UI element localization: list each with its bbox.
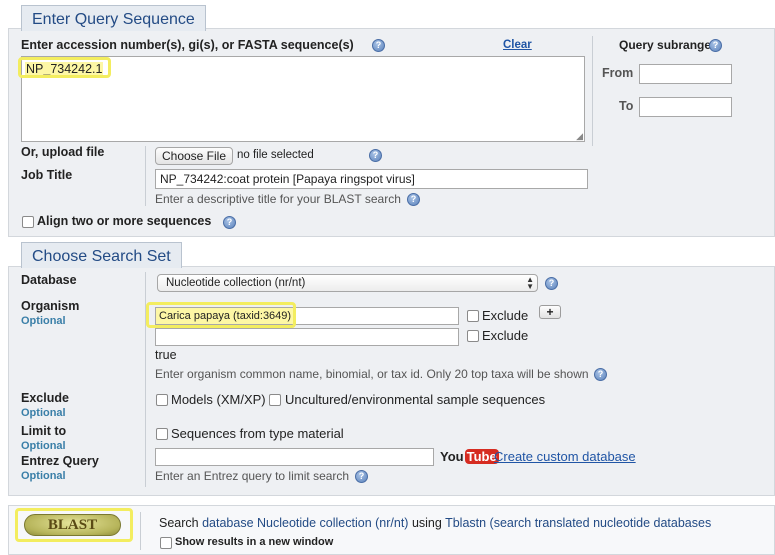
to-input[interactable] — [639, 97, 732, 117]
limit-to-label: Limit to — [21, 424, 67, 438]
query-highlight — [18, 57, 111, 78]
entrez-hint: Enter an Entrez query to limit search — [155, 469, 350, 483]
choose-file-button[interactable]: Choose File — [155, 147, 233, 165]
search-program: Tblastn (search translated nucleotide da… — [445, 516, 712, 530]
organism-input-2[interactable] — [155, 328, 459, 346]
create-custom-database-link[interactable]: Create custom database — [494, 449, 636, 464]
subrange-help-icon[interactable]: ? — [709, 39, 722, 52]
upload-separator — [145, 146, 146, 206]
limit-optional: Optional — [21, 440, 66, 452]
organism-optional: Optional — [21, 315, 66, 327]
organism-help-icon[interactable]: ? — [594, 368, 607, 381]
organism-highlight — [146, 302, 296, 328]
models-label: Models (XM/XP) — [171, 392, 266, 407]
query-input-label: Enter accession number(s), gi(s), or FAS… — [21, 38, 354, 52]
from-label: From — [602, 66, 634, 80]
organism-label: Organism — [21, 299, 80, 313]
new-window-label: Show results in a new window — [175, 536, 334, 548]
exclude-label-2: Exclude — [482, 328, 529, 343]
subrange-separator — [592, 36, 593, 146]
job-title-help-icon[interactable]: ? — [407, 193, 420, 206]
true-text: true — [155, 348, 177, 362]
entrez-label: Entrez Query — [21, 454, 99, 468]
job-title-input[interactable]: NP_734242:coat protein [Papaya ringspot … — [155, 169, 588, 189]
exclude-optional: Optional — [21, 407, 66, 419]
resize-grip-icon[interactable]: ◢ — [576, 132, 583, 141]
youtube-logo[interactable]: You Tube — [440, 448, 499, 465]
query-legend: Enter Query Sequence — [21, 5, 206, 31]
blast-bar-separator — [140, 512, 141, 550]
query-help-icon[interactable]: ? — [372, 39, 385, 52]
exclude-checkbox-1[interactable] — [467, 310, 479, 322]
database-help-icon[interactable]: ? — [545, 277, 558, 290]
upload-label: Or, upload file — [21, 145, 105, 159]
entrez-input[interactable] — [155, 448, 434, 466]
database-select-value: Nucleotide collection (nr/nt) — [166, 277, 306, 289]
subrange-label: Query subrange — [619, 38, 712, 52]
search-database: database Nucleotide collection (nr/nt) — [202, 516, 409, 530]
search-set-legend: Choose Search Set — [21, 242, 182, 268]
align-help-icon[interactable]: ? — [223, 216, 236, 229]
entrez-optional: Optional — [21, 470, 66, 482]
add-organism-button[interactable]: + — [539, 305, 561, 319]
database-label: Database — [21, 273, 77, 287]
exclude-checkbox-2[interactable] — [467, 330, 479, 342]
organism-hint: Enter organism common name, binomial, or… — [155, 367, 589, 381]
database-select[interactable]: Nucleotide collection (nr/nt) ▲ ▼ — [157, 274, 538, 292]
search-prefix: Search — [159, 516, 203, 530]
from-input[interactable] — [639, 64, 732, 84]
uncultured-checkbox[interactable] — [269, 394, 281, 406]
align-label: Align two or more sequences — [37, 214, 212, 228]
blast-summary: Search database Nucleotide collection (n… — [159, 516, 711, 530]
align-checkbox[interactable] — [22, 216, 34, 228]
chevron-updown-icon: ▲ ▼ — [526, 275, 534, 291]
uncultured-label: Uncultured/environmental sample sequence… — [285, 392, 546, 407]
to-label: To — [619, 99, 634, 113]
type-material-label: Sequences from type material — [171, 426, 344, 441]
exclude-section-label: Exclude — [21, 391, 69, 405]
job-title-label: Job Title — [21, 168, 73, 182]
youtube-you: You — [440, 449, 464, 464]
type-material-checkbox[interactable] — [156, 428, 168, 440]
exclude-label-1: Exclude — [482, 308, 529, 323]
blast-highlight — [15, 508, 133, 542]
entrez-help-icon[interactable]: ? — [355, 470, 368, 483]
new-window-checkbox[interactable] — [160, 537, 172, 549]
clear-link[interactable]: Clear — [503, 39, 532, 51]
search-using: using — [408, 516, 446, 530]
no-file-text: no file selected — [237, 149, 314, 161]
job-title-hint: Enter a descriptive title for your BLAST… — [155, 192, 401, 206]
upload-help-icon[interactable]: ? — [369, 149, 382, 162]
models-checkbox[interactable] — [156, 394, 168, 406]
